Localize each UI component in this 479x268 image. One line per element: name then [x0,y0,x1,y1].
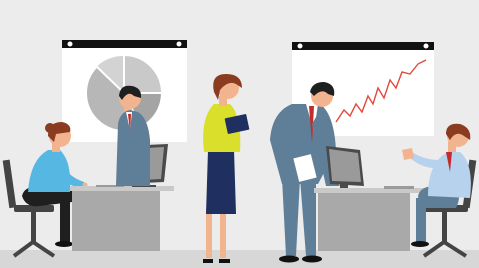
floor [0,250,479,268]
monitor-icon [326,146,364,188]
office-scene [0,0,479,268]
